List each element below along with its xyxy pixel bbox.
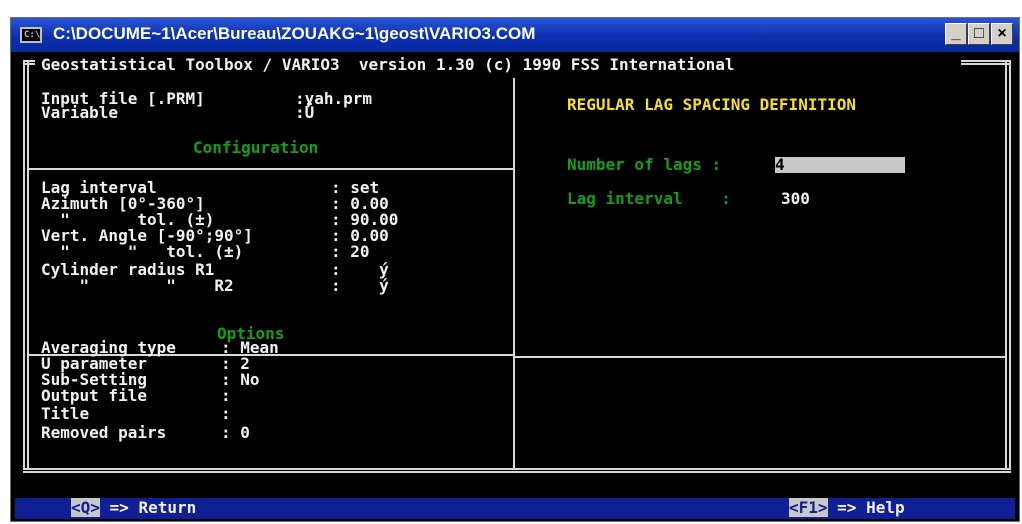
program-header: Geostatistical Toolbox / VARIO3 version … (41, 55, 735, 74)
frame-bottom (23, 468, 1011, 473)
right-panel-title: REGULAR LAG SPACING DEFINITION (567, 95, 856, 114)
console-window: C:\ C:\DOCUME~1\Acer\Bureau\ZOUAKG~1\geo… (10, 17, 1020, 522)
config-row-label: " " R2 (41, 276, 234, 295)
option-row-label: Removed pairs (41, 423, 167, 442)
title-bar[interactable]: C:\ C:\DOCUME~1\Acer\Bureau\ZOUAKG~1\geo… (11, 18, 1019, 52)
return-key-hint[interactable]: <Q> => Return (71, 498, 197, 517)
option-row-value[interactable]: : 0 (221, 425, 250, 441)
separator-config (29, 168, 513, 170)
variable-label: Variable (41, 103, 119, 122)
return-label: => Return (99, 498, 197, 517)
function-key-bar: <Q> => Return <F1> => Help (15, 498, 1015, 519)
lag-interval-value[interactable]: 300 (781, 191, 810, 207)
option-row-value[interactable]: : (221, 388, 231, 404)
window-title: C:\DOCUME~1\Acer\Bureau\ZOUAKG~1\geost\V… (53, 24, 536, 43)
lag-interval-label: Lag interval : (567, 189, 731, 208)
option-row-label: Output file (41, 386, 147, 405)
q-key: <Q> (71, 498, 100, 517)
help-label: => Help (827, 498, 905, 517)
f1-key: <F1> (789, 498, 828, 517)
panel-divider (513, 78, 515, 470)
frame-right (1005, 62, 1011, 470)
option-row-label: Title (41, 404, 90, 423)
maximize-button[interactable]: □ (968, 23, 990, 45)
number-of-lags-label: Number of lags : (567, 155, 722, 174)
config-row-value[interactable]: : 20 (331, 244, 370, 260)
console-app-icon[interactable]: C:\ (20, 27, 42, 43)
background-strip (0, 0, 1022, 14)
variable-value[interactable]: :Ü (295, 105, 314, 121)
config-row-label: " " tol. (±) (41, 242, 244, 261)
frame-top-right (961, 60, 1011, 65)
minimize-button[interactable]: _ (945, 23, 967, 45)
separator-right (515, 356, 1005, 358)
option-row-value[interactable]: : (221, 406, 231, 422)
console-screen[interactable]: Geostatistical Toolbox / VARIO3 version … (15, 54, 1015, 519)
config-row-value[interactable]: : ý (331, 278, 389, 294)
frame-left (23, 62, 29, 470)
help-key-hint[interactable]: <F1> => Help (789, 498, 905, 517)
number-of-lags-input[interactable]: 4 (775, 157, 905, 173)
close-button[interactable]: × (991, 23, 1013, 45)
configuration-title: Configuration (193, 138, 319, 157)
